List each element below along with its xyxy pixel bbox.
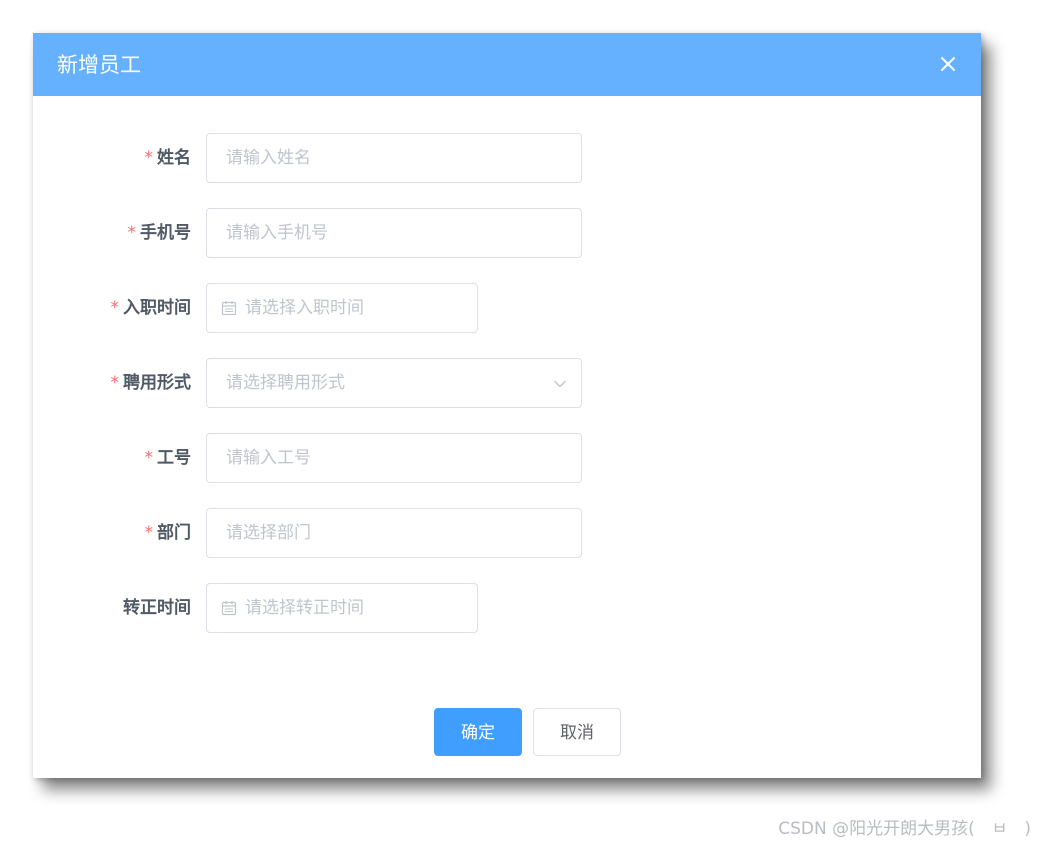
employment-type-label: * 聘用形式: [111, 358, 192, 408]
regularization-date-input[interactable]: [207, 584, 477, 632]
watermark: CSDN @阳光开朗大男孩( ㅂ ): [778, 819, 1031, 839]
required-mark: *: [144, 523, 154, 543]
page-canvas: 新增员工 *姓名 *手机号 *入职时间: [0, 0, 1046, 843]
form-row-employment-type: * 聘用形式: [33, 358, 981, 408]
hire-date-input[interactable]: [207, 284, 477, 332]
form-row-department: * 部门: [33, 508, 981, 558]
calendar-icon: [221, 301, 237, 316]
hire-date-label-text: 入职时间: [123, 298, 191, 318]
phone-label: * 手机号: [128, 208, 192, 258]
employee-id-label-text: 工号: [157, 448, 191, 468]
form-row-name: * 姓名: [33, 133, 981, 183]
name-field: [206, 133, 582, 183]
department-label: * 部门: [145, 508, 192, 558]
cancel-button[interactable]: 取消: [533, 708, 621, 756]
required-mark: *: [110, 298, 120, 318]
form-row-regularization-date: 转正时间: [33, 583, 981, 633]
name-label-text: 姓名: [157, 148, 191, 168]
department-field: [206, 508, 582, 558]
hire-date-picker: [206, 283, 478, 333]
add-employee-dialog: 新增员工 *姓名 *手机号 *入职时间: [33, 33, 981, 778]
department-input[interactable]: [207, 509, 581, 557]
required-mark: *: [144, 148, 154, 168]
form-row-hire-date: * 入职时间: [33, 283, 981, 333]
dialog-title: 新增员工: [57, 53, 141, 77]
phone-label-text: 手机号: [140, 223, 191, 243]
calendar-icon: [221, 601, 237, 616]
required-mark: *: [110, 373, 120, 393]
employment-type-label-text: 聘用形式: [123, 373, 191, 393]
employment-type-select[interactable]: [206, 358, 582, 408]
employee-id-label: * 工号: [145, 433, 192, 483]
confirm-button[interactable]: 确定: [434, 708, 522, 756]
close-icon: [941, 57, 955, 71]
employee-id-field: [206, 433, 582, 483]
phone-input[interactable]: [207, 209, 581, 257]
regularization-date-label: 转正时间: [123, 583, 191, 633]
hire-date-label: * 入职时间: [111, 283, 192, 333]
employment-type-input[interactable]: [207, 359, 581, 407]
regularization-date-picker: [206, 583, 478, 633]
phone-field: [206, 208, 582, 258]
name-input[interactable]: [207, 134, 581, 182]
required-mark: *: [127, 223, 137, 243]
form-row-phone: * 手机号: [33, 208, 981, 258]
department-label-text: 部门: [157, 523, 191, 543]
form-row-employee-id: * 工号: [33, 433, 981, 483]
regularization-date-label-text: 转正时间: [123, 598, 191, 618]
required-mark: *: [144, 448, 154, 468]
employee-id-input[interactable]: [207, 434, 581, 482]
dialog-header: 新增员工: [33, 33, 981, 96]
name-label: * 姓名: [145, 133, 192, 183]
close-button[interactable]: [939, 55, 957, 73]
chevron-down-icon: [554, 380, 566, 388]
